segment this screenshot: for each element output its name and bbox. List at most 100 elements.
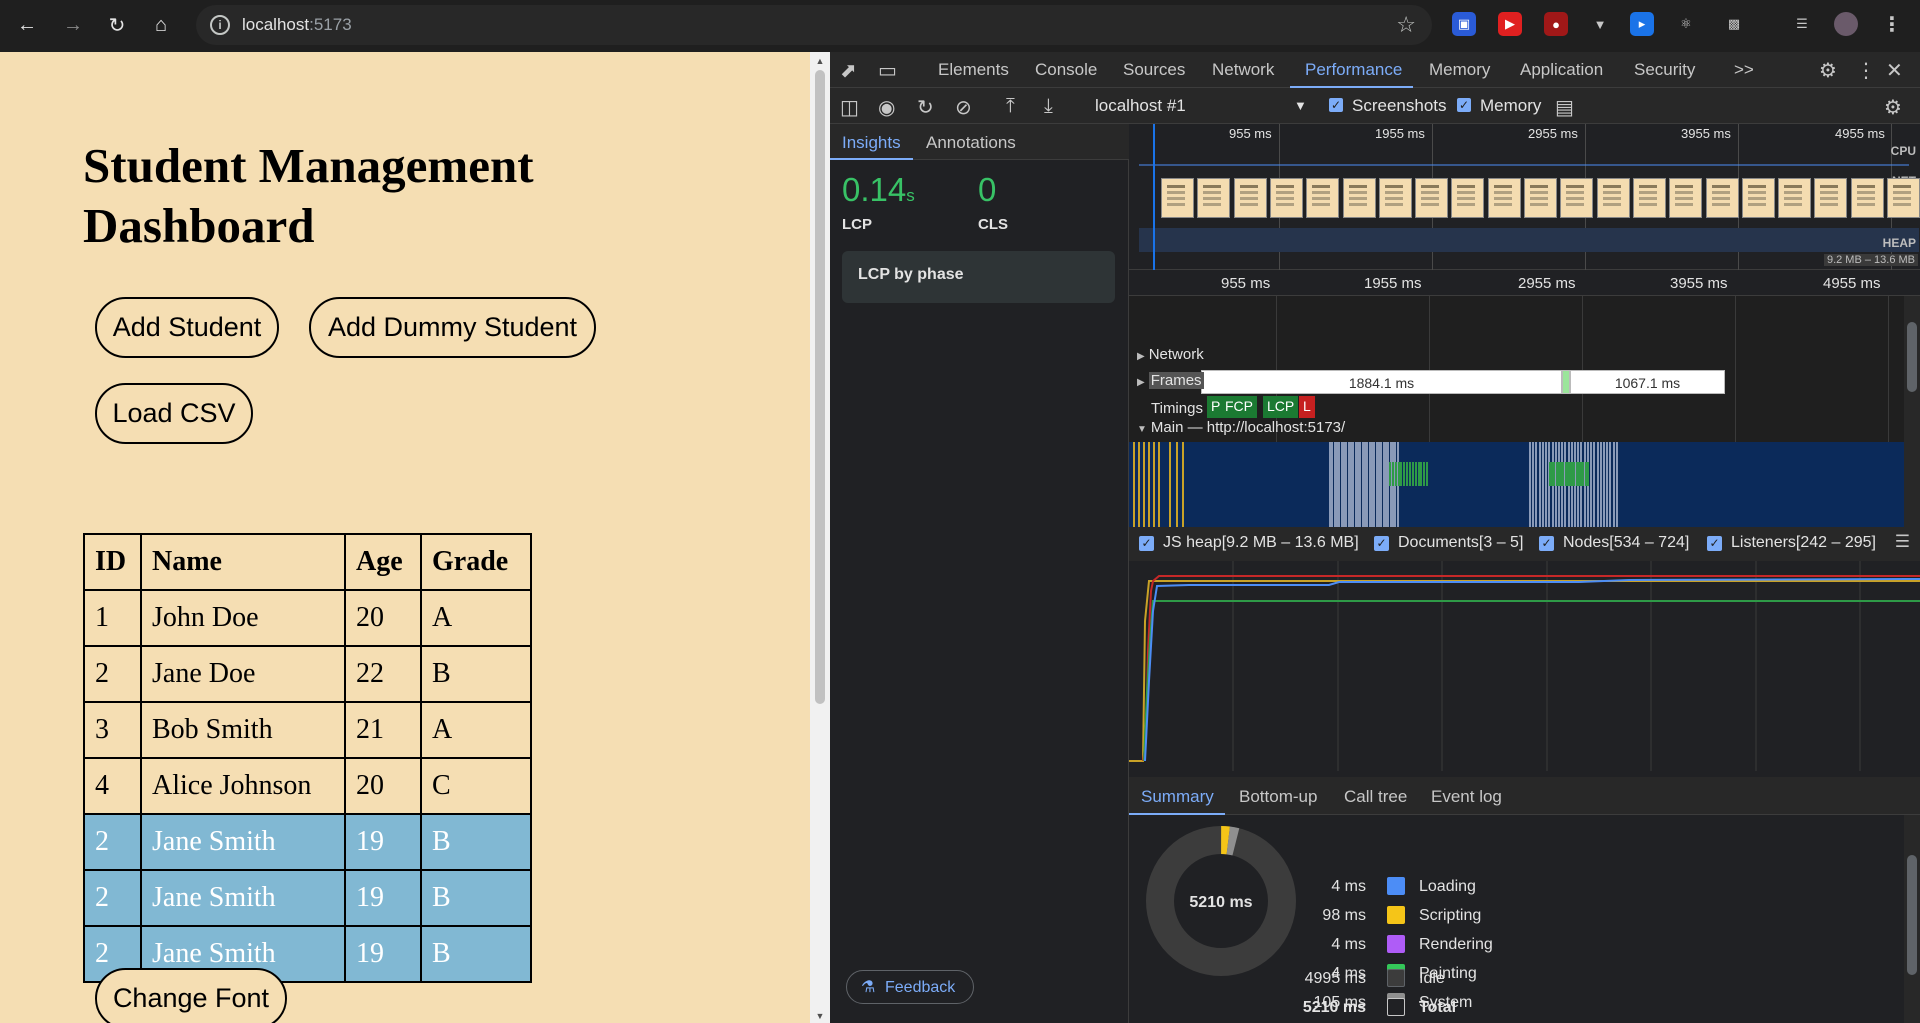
youtube-extension-icon[interactable]: ▶ bbox=[1498, 12, 1522, 36]
ublock-extension-icon[interactable]: ● bbox=[1544, 12, 1568, 36]
page-scrollbar[interactable]: ▲ ▼ bbox=[810, 52, 830, 1023]
lcp-by-phase-insight[interactable]: LCP by phase bbox=[842, 251, 1115, 303]
tab-insights[interactable]: Insights bbox=[842, 133, 901, 153]
capture-settings-icon[interactable]: ⚙ bbox=[1884, 95, 1902, 120]
tab-network[interactable]: Network bbox=[1212, 60, 1274, 80]
extension-icon[interactable]: ▣ bbox=[1452, 12, 1476, 36]
js-heap-counter[interactable]: ✓ JS heap[9.2 MB – 13.6 MB] bbox=[1129, 527, 1364, 561]
main-thread-track[interactable]: ▼ Main — http://localhost:5173/ bbox=[1137, 419, 1345, 436]
more-tabs-button[interactable]: >> bbox=[1734, 60, 1754, 80]
bookmark-star-icon[interactable]: ☆ bbox=[1396, 12, 1416, 38]
tab-memory[interactable]: Memory bbox=[1429, 60, 1490, 80]
inspect-element-icon[interactable]: ⬈ bbox=[840, 58, 857, 83]
selection-start-handle[interactable] bbox=[1153, 124, 1155, 270]
upload-icon[interactable]: ⤒ bbox=[1006, 95, 1015, 118]
listeners-counter[interactable]: ✓ Listeners[242 – 295] bbox=[1697, 527, 1877, 561]
screenshot-thumbnail[interactable] bbox=[1161, 178, 1194, 218]
main-thread-task[interactable] bbox=[1414, 462, 1417, 486]
expand-icon[interactable]: ▶ bbox=[1137, 351, 1145, 362]
main-thread-task[interactable] bbox=[1397, 462, 1400, 486]
frame-block[interactable] bbox=[1562, 370, 1570, 394]
main-thread-task[interactable] bbox=[1409, 462, 1411, 486]
screenshot-thumbnail[interactable] bbox=[1197, 178, 1231, 218]
add-dummy-student-button[interactable]: Add Dummy Student bbox=[309, 297, 596, 358]
browser-menu-icon[interactable]: ⋮ bbox=[1880, 12, 1904, 36]
scroll-up-icon[interactable]: ▲ bbox=[814, 56, 826, 66]
home-icon[interactable]: ⌂ bbox=[144, 8, 178, 42]
garbage-collect-icon[interactable]: ▤ bbox=[1555, 95, 1574, 120]
main-thread-task[interactable] bbox=[1417, 462, 1420, 486]
tab-elements[interactable]: Elements bbox=[938, 60, 1009, 80]
vue-extension-icon[interactable]: ▼ bbox=[1588, 12, 1612, 36]
main-thread-task[interactable] bbox=[1394, 462, 1397, 486]
extensions-puzzle-icon[interactable]: ▩ bbox=[1722, 12, 1746, 36]
summary-scrollbar[interactable] bbox=[1904, 815, 1920, 1023]
scrollbar-thumb[interactable] bbox=[1907, 855, 1917, 975]
media-controls-icon[interactable]: ☰ bbox=[1790, 12, 1814, 36]
screenshot-thumbnail[interactable] bbox=[1778, 178, 1812, 218]
tab-call-tree[interactable]: Call tree bbox=[1344, 787, 1407, 807]
timeline-overview[interactable]: 955 ms 1955 ms 2955 ms 3955 ms 4955 ms C… bbox=[1129, 124, 1920, 270]
screenshot-thumbnail[interactable] bbox=[1814, 178, 1848, 218]
main-thread-task[interactable] bbox=[1403, 462, 1406, 486]
address-bar[interactable]: i localhost:5173 ☆ bbox=[196, 5, 1432, 45]
tab-application[interactable]: Application bbox=[1520, 60, 1603, 80]
main-thread-task[interactable] bbox=[1391, 462, 1394, 486]
device-toolbar-icon[interactable]: ▭ bbox=[878, 58, 897, 83]
collapse-icon[interactable]: ▼ bbox=[1137, 424, 1147, 435]
screenshot-thumbnail[interactable] bbox=[1741, 178, 1775, 218]
tab-sources[interactable]: Sources bbox=[1123, 60, 1185, 80]
screenshots-checkbox[interactable]: ✓ bbox=[1329, 98, 1343, 112]
tab-security[interactable]: Security bbox=[1634, 60, 1695, 80]
frame-block[interactable]: 1067.1 ms bbox=[1570, 370, 1725, 394]
counter-checkbox[interactable]: ✓ bbox=[1707, 536, 1722, 551]
tab-bottom-up[interactable]: Bottom-up bbox=[1239, 787, 1317, 807]
profile-avatar[interactable] bbox=[1834, 12, 1858, 36]
memory-checkbox[interactable]: ✓ bbox=[1457, 98, 1471, 112]
timing-marker[interactable]: L bbox=[1299, 396, 1315, 418]
forward-icon[interactable]: → bbox=[56, 8, 90, 42]
back-icon[interactable]: ← bbox=[10, 8, 44, 42]
counter-checkbox[interactable]: ✓ bbox=[1139, 536, 1154, 551]
url-text[interactable]: localhost:5173 bbox=[242, 15, 352, 35]
tab-event-log[interactable]: Event log bbox=[1431, 787, 1502, 807]
tab-console[interactable]: Console bbox=[1035, 60, 1097, 80]
main-thread-task[interactable] bbox=[1389, 462, 1391, 486]
documents-counter[interactable]: ✓ Documents[3 – 5] bbox=[1364, 527, 1529, 561]
screenshot-thumbnail[interactable] bbox=[1850, 178, 1884, 218]
network-track[interactable]: ▶ Network bbox=[1137, 346, 1204, 363]
download-icon[interactable]: ⤓ bbox=[1044, 95, 1053, 118]
record-icon[interactable]: ◉ bbox=[878, 95, 895, 120]
main-thread-task[interactable] bbox=[1411, 462, 1414, 486]
counter-checkbox[interactable]: ✓ bbox=[1539, 536, 1554, 551]
screenshot-thumbnail[interactable] bbox=[1632, 178, 1666, 218]
screenshot-thumbnail[interactable] bbox=[1233, 178, 1267, 218]
site-info-icon[interactable]: i bbox=[210, 15, 230, 35]
tab-summary[interactable]: Summary bbox=[1141, 787, 1214, 807]
scrollbar-thumb[interactable] bbox=[815, 70, 825, 704]
scrollbar-thumb[interactable] bbox=[1907, 322, 1917, 392]
timing-marker[interactable]: LCP bbox=[1263, 396, 1299, 418]
reload-record-icon[interactable]: ↻ bbox=[917, 95, 934, 120]
frame-block[interactable]: 1884.1 ms bbox=[1201, 370, 1562, 394]
screenshot-thumbnail[interactable] bbox=[1669, 178, 1703, 218]
screenshot-thumbnail[interactable] bbox=[1887, 178, 1920, 218]
screenshot-thumbnail[interactable] bbox=[1415, 178, 1449, 218]
load-csv-button[interactable]: Load CSV bbox=[95, 383, 253, 444]
add-student-button[interactable]: Add Student bbox=[95, 297, 279, 358]
timings-track-label[interactable]: Timings bbox=[1151, 400, 1203, 417]
tab-performance[interactable]: Performance bbox=[1305, 60, 1402, 80]
screenshot-thumbnail[interactable] bbox=[1378, 178, 1412, 218]
expand-icon[interactable]: ▶ bbox=[1137, 377, 1145, 388]
frames-track[interactable]: ▶ Frames bbox=[1137, 372, 1204, 389]
main-thread-task[interactable] bbox=[1420, 462, 1423, 486]
feedback-button[interactable]: ⚗ Feedback bbox=[846, 970, 974, 1004]
screenshot-thumbnail[interactable] bbox=[1705, 178, 1739, 218]
screenshot-thumbnail[interactable] bbox=[1487, 178, 1521, 218]
screenshot-thumbnail[interactable] bbox=[1524, 178, 1557, 218]
screenshot-thumbnail[interactable] bbox=[1269, 178, 1303, 218]
tab-annotations[interactable]: Annotations bbox=[926, 133, 1016, 153]
main-thread-task[interactable] bbox=[1406, 462, 1409, 486]
counters-menu-icon[interactable]: ☰ bbox=[1895, 532, 1910, 552]
screenshot-thumbnail[interactable] bbox=[1560, 178, 1594, 218]
